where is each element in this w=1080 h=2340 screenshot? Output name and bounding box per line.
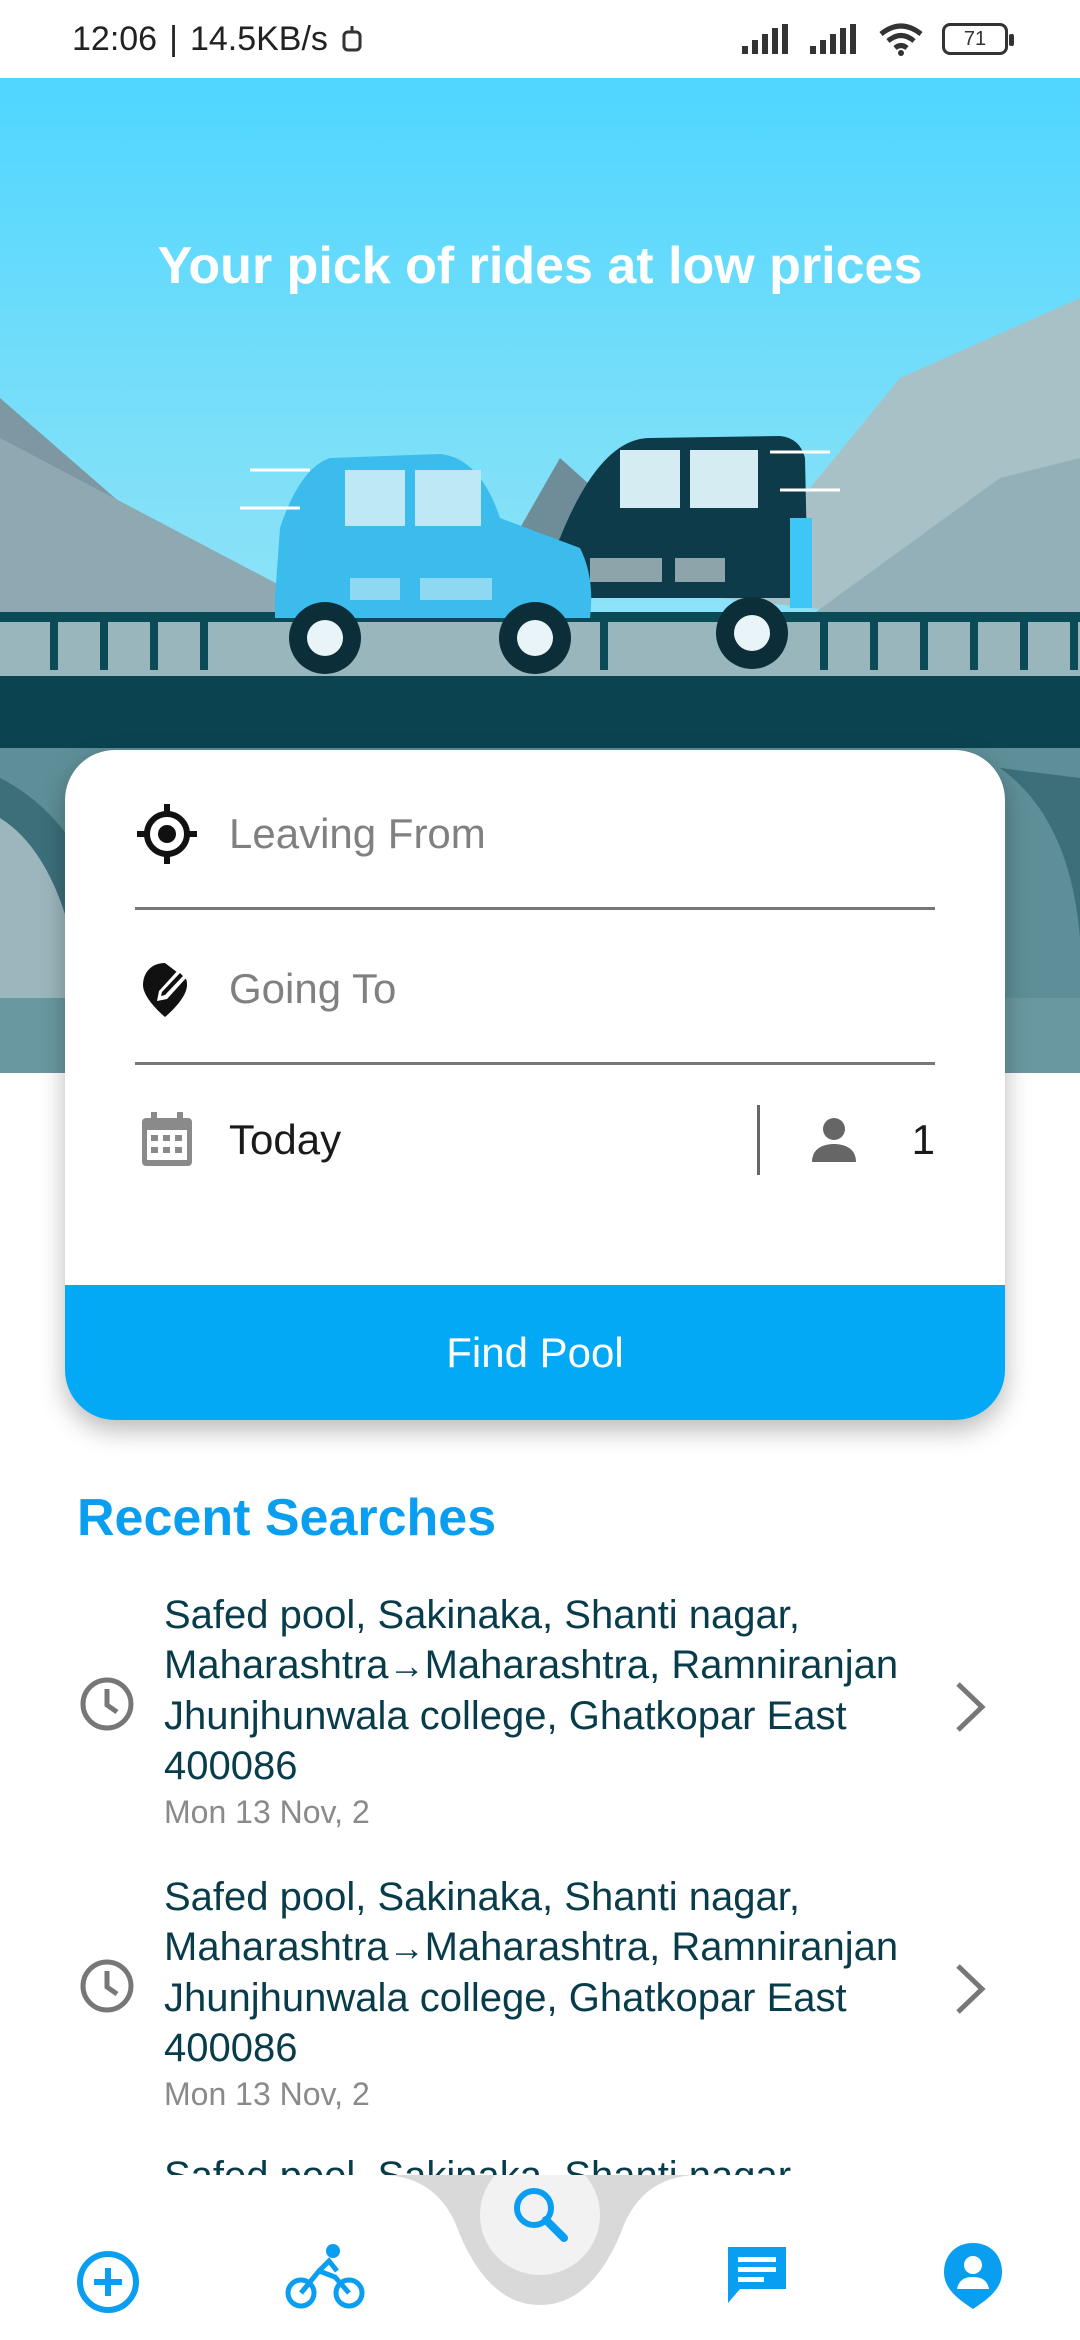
date-passenger-row: Today 1 [135,1090,955,1190]
status-left: 12:06 | 14.5KB/s [72,20,364,59]
wifi-icon [879,23,923,56]
status-time: 12:06 [72,19,158,58]
divider [756,1105,760,1175]
battery-indicator: 71 [942,23,1014,55]
bottom-navigation [0,2175,1080,2340]
person-icon[interactable] [802,1108,866,1172]
recent-search-item[interactable]: Safed pool, Sakinaka, Shanti nagar, Maha… [0,1580,1080,1830]
chat-icon [728,2247,786,2303]
recent-route: Safed pool, Sakinaka, Shanti nagar, Maha… [164,1872,924,2073]
hero-title: Your pick of rides at low prices [157,237,923,295]
arrow-right-icon: → [388,1927,425,1968]
recent-route: Safed pool, Sakinaka, Shanti nagar, Maha… [164,1590,924,1791]
search-icon [514,2188,568,2242]
crosshair-icon [135,802,199,866]
arrow-right-icon: → [388,1645,425,1686]
nav-search[interactable] [495,2169,585,2259]
find-pool-button[interactable]: Find Pool [65,1285,1005,1420]
going-to-row[interactable] [135,915,935,1065]
clock-icon [80,1959,134,2013]
chevron-right-icon[interactable] [950,1960,990,2018]
recent-date: Mon 13 Nov, 2 [164,2076,370,2112]
nav-offer-ride[interactable] [63,2237,153,2327]
leaving-from-input[interactable] [229,809,869,858]
location-pin-edit-icon [135,957,199,1021]
signal-icon [742,24,788,54]
nav-profile[interactable] [928,2231,1018,2321]
recent-searches-title: Recent Searches [77,1489,497,1547]
status-right: 71 [742,22,1014,56]
recent-search-item[interactable]: Safed pool, Sakinaka, Shanti nagar, Maha… [0,1862,1080,2112]
passenger-count[interactable]: 1 [912,1116,935,1164]
leaving-from-row[interactable] [135,760,935,910]
chevron-right-icon[interactable] [950,1678,990,1736]
nav-messages[interactable] [712,2231,802,2321]
signal-icon-2 [810,24,856,54]
recent-date: Mon 13 Nov, 2 [164,1794,370,1830]
status-bar: 12:06 | 14.5KB/s 71 [0,0,1080,78]
cyclist-icon [285,2244,365,2309]
nav-rides[interactable] [280,2231,370,2321]
search-card: Today 1 Find Pool [65,750,1005,1420]
calendar-icon[interactable] [135,1108,199,1172]
clock-icon [80,1677,134,1731]
alarm-icon [342,26,362,52]
add-circle-icon [77,2251,139,2313]
network-speed: 14.5KB/s [189,19,328,58]
going-to-input[interactable] [229,964,869,1013]
date-value[interactable]: Today [229,1116,757,1164]
profile-icon [944,2243,1002,2309]
